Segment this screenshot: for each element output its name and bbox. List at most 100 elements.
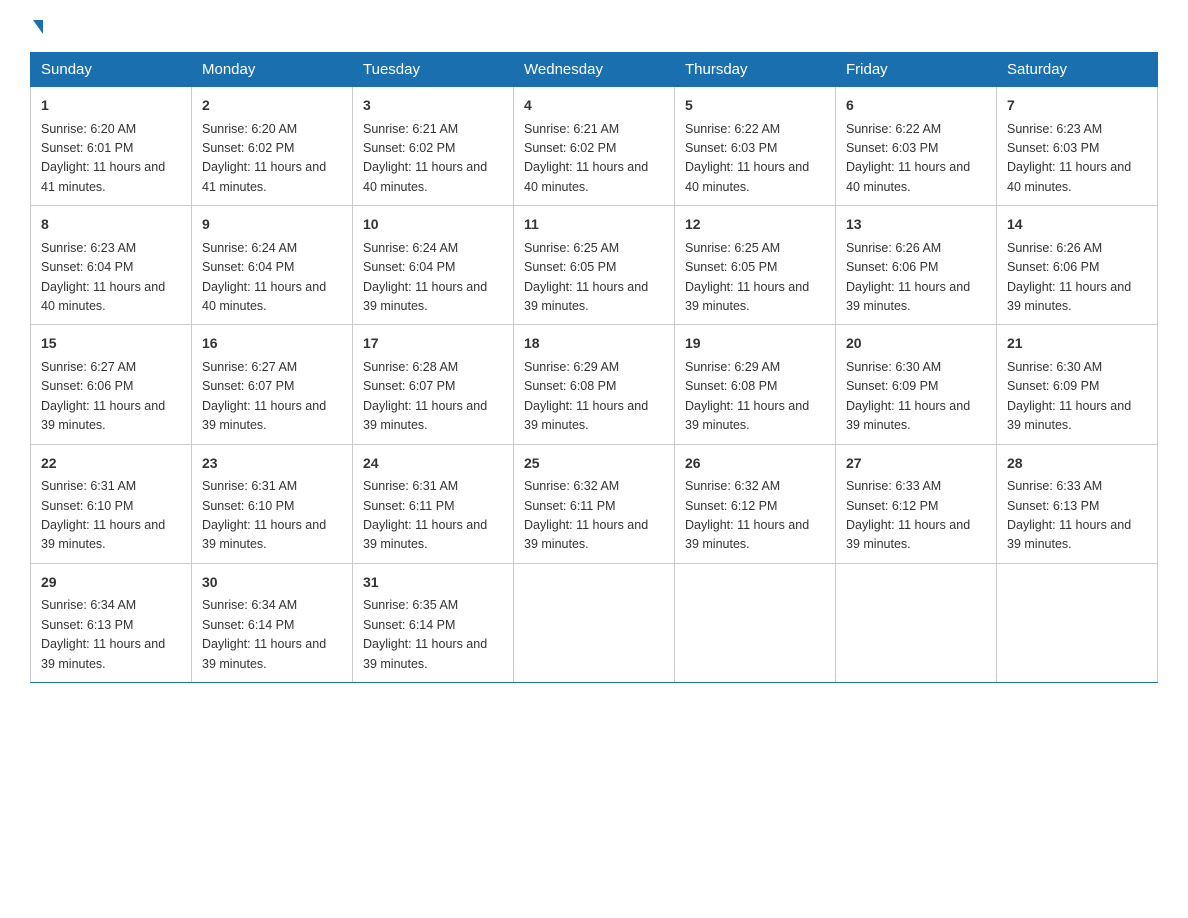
week-row-3: 15 Sunrise: 6:27 AMSunset: 6:06 PMDaylig… <box>31 325 1158 444</box>
day-info: Sunrise: 6:34 AMSunset: 6:13 PMDaylight:… <box>41 598 165 670</box>
calendar-cell: 3 Sunrise: 6:21 AMSunset: 6:02 PMDayligh… <box>353 87 514 206</box>
weekday-header-sunday: Sunday <box>31 53 192 87</box>
day-number: 28 <box>1007 453 1147 475</box>
day-number: 31 <box>363 572 503 594</box>
weekday-header-friday: Friday <box>836 53 997 87</box>
calendar-cell: 9 Sunrise: 6:24 AMSunset: 6:04 PMDayligh… <box>192 206 353 325</box>
calendar-cell <box>675 563 836 682</box>
weekday-header-saturday: Saturday <box>997 53 1158 87</box>
week-row-5: 29 Sunrise: 6:34 AMSunset: 6:13 PMDaylig… <box>31 563 1158 682</box>
calendar-cell: 17 Sunrise: 6:28 AMSunset: 6:07 PMDaylig… <box>353 325 514 444</box>
calendar-cell: 24 Sunrise: 6:31 AMSunset: 6:11 PMDaylig… <box>353 444 514 563</box>
calendar-cell: 22 Sunrise: 6:31 AMSunset: 6:10 PMDaylig… <box>31 444 192 563</box>
calendar-cell: 28 Sunrise: 6:33 AMSunset: 6:13 PMDaylig… <box>997 444 1158 563</box>
day-info: Sunrise: 6:21 AMSunset: 6:02 PMDaylight:… <box>524 122 648 194</box>
page-header <box>30 20 1158 34</box>
day-info: Sunrise: 6:20 AMSunset: 6:01 PMDaylight:… <box>41 122 165 194</box>
day-number: 26 <box>685 453 825 475</box>
calendar-cell: 7 Sunrise: 6:23 AMSunset: 6:03 PMDayligh… <box>997 87 1158 206</box>
calendar-cell: 30 Sunrise: 6:34 AMSunset: 6:14 PMDaylig… <box>192 563 353 682</box>
day-info: Sunrise: 6:27 AMSunset: 6:06 PMDaylight:… <box>41 360 165 432</box>
day-number: 4 <box>524 95 664 117</box>
day-number: 21 <box>1007 333 1147 355</box>
day-info: Sunrise: 6:21 AMSunset: 6:02 PMDaylight:… <box>363 122 487 194</box>
day-number: 7 <box>1007 95 1147 117</box>
calendar-cell: 8 Sunrise: 6:23 AMSunset: 6:04 PMDayligh… <box>31 206 192 325</box>
day-info: Sunrise: 6:25 AMSunset: 6:05 PMDaylight:… <box>685 241 809 313</box>
day-number: 9 <box>202 214 342 236</box>
day-info: Sunrise: 6:26 AMSunset: 6:06 PMDaylight:… <box>846 241 970 313</box>
calendar-cell: 4 Sunrise: 6:21 AMSunset: 6:02 PMDayligh… <box>514 87 675 206</box>
day-info: Sunrise: 6:30 AMSunset: 6:09 PMDaylight:… <box>1007 360 1131 432</box>
day-info: Sunrise: 6:34 AMSunset: 6:14 PMDaylight:… <box>202 598 326 670</box>
day-info: Sunrise: 6:31 AMSunset: 6:10 PMDaylight:… <box>202 479 326 551</box>
day-number: 12 <box>685 214 825 236</box>
weekday-header-wednesday: Wednesday <box>514 53 675 87</box>
calendar-cell: 6 Sunrise: 6:22 AMSunset: 6:03 PMDayligh… <box>836 87 997 206</box>
day-info: Sunrise: 6:35 AMSunset: 6:14 PMDaylight:… <box>363 598 487 670</box>
calendar-cell: 25 Sunrise: 6:32 AMSunset: 6:11 PMDaylig… <box>514 444 675 563</box>
day-number: 8 <box>41 214 181 236</box>
week-row-1: 1 Sunrise: 6:20 AMSunset: 6:01 PMDayligh… <box>31 87 1158 206</box>
day-number: 20 <box>846 333 986 355</box>
day-number: 22 <box>41 453 181 475</box>
calendar-cell: 12 Sunrise: 6:25 AMSunset: 6:05 PMDaylig… <box>675 206 836 325</box>
day-number: 25 <box>524 453 664 475</box>
day-info: Sunrise: 6:24 AMSunset: 6:04 PMDaylight:… <box>363 241 487 313</box>
calendar-cell: 13 Sunrise: 6:26 AMSunset: 6:06 PMDaylig… <box>836 206 997 325</box>
calendar-cell: 26 Sunrise: 6:32 AMSunset: 6:12 PMDaylig… <box>675 444 836 563</box>
day-info: Sunrise: 6:30 AMSunset: 6:09 PMDaylight:… <box>846 360 970 432</box>
weekday-header-row: SundayMondayTuesdayWednesdayThursdayFrid… <box>31 53 1158 87</box>
calendar-cell: 14 Sunrise: 6:26 AMSunset: 6:06 PMDaylig… <box>997 206 1158 325</box>
weekday-header-monday: Monday <box>192 53 353 87</box>
week-row-2: 8 Sunrise: 6:23 AMSunset: 6:04 PMDayligh… <box>31 206 1158 325</box>
calendar-cell <box>836 563 997 682</box>
day-info: Sunrise: 6:32 AMSunset: 6:12 PMDaylight:… <box>685 479 809 551</box>
calendar-cell: 1 Sunrise: 6:20 AMSunset: 6:01 PMDayligh… <box>31 87 192 206</box>
day-info: Sunrise: 6:32 AMSunset: 6:11 PMDaylight:… <box>524 479 648 551</box>
calendar-cell: 20 Sunrise: 6:30 AMSunset: 6:09 PMDaylig… <box>836 325 997 444</box>
calendar-cell: 27 Sunrise: 6:33 AMSunset: 6:12 PMDaylig… <box>836 444 997 563</box>
day-number: 14 <box>1007 214 1147 236</box>
day-info: Sunrise: 6:27 AMSunset: 6:07 PMDaylight:… <box>202 360 326 432</box>
calendar-cell <box>997 563 1158 682</box>
calendar-cell: 31 Sunrise: 6:35 AMSunset: 6:14 PMDaylig… <box>353 563 514 682</box>
calendar-table: SundayMondayTuesdayWednesdayThursdayFrid… <box>30 52 1158 683</box>
day-info: Sunrise: 6:33 AMSunset: 6:13 PMDaylight:… <box>1007 479 1131 551</box>
day-number: 30 <box>202 572 342 594</box>
day-number: 5 <box>685 95 825 117</box>
calendar-cell: 16 Sunrise: 6:27 AMSunset: 6:07 PMDaylig… <box>192 325 353 444</box>
day-number: 3 <box>363 95 503 117</box>
day-info: Sunrise: 6:24 AMSunset: 6:04 PMDaylight:… <box>202 241 326 313</box>
day-info: Sunrise: 6:22 AMSunset: 6:03 PMDaylight:… <box>685 122 809 194</box>
day-number: 19 <box>685 333 825 355</box>
calendar-cell: 29 Sunrise: 6:34 AMSunset: 6:13 PMDaylig… <box>31 563 192 682</box>
day-info: Sunrise: 6:23 AMSunset: 6:03 PMDaylight:… <box>1007 122 1131 194</box>
calendar-cell: 21 Sunrise: 6:30 AMSunset: 6:09 PMDaylig… <box>997 325 1158 444</box>
day-number: 23 <box>202 453 342 475</box>
weekday-header-thursday: Thursday <box>675 53 836 87</box>
day-number: 27 <box>846 453 986 475</box>
day-info: Sunrise: 6:33 AMSunset: 6:12 PMDaylight:… <box>846 479 970 551</box>
day-number: 17 <box>363 333 503 355</box>
day-info: Sunrise: 6:28 AMSunset: 6:07 PMDaylight:… <box>363 360 487 432</box>
day-number: 16 <box>202 333 342 355</box>
day-number: 24 <box>363 453 503 475</box>
calendar-cell: 2 Sunrise: 6:20 AMSunset: 6:02 PMDayligh… <box>192 87 353 206</box>
calendar-cell: 11 Sunrise: 6:25 AMSunset: 6:05 PMDaylig… <box>514 206 675 325</box>
calendar-cell <box>514 563 675 682</box>
calendar-cell: 18 Sunrise: 6:29 AMSunset: 6:08 PMDaylig… <box>514 325 675 444</box>
day-number: 18 <box>524 333 664 355</box>
day-info: Sunrise: 6:20 AMSunset: 6:02 PMDaylight:… <box>202 122 326 194</box>
logo-triangle-icon <box>33 20 43 34</box>
day-number: 2 <box>202 95 342 117</box>
calendar-cell: 10 Sunrise: 6:24 AMSunset: 6:04 PMDaylig… <box>353 206 514 325</box>
day-info: Sunrise: 6:31 AMSunset: 6:10 PMDaylight:… <box>41 479 165 551</box>
calendar-cell: 5 Sunrise: 6:22 AMSunset: 6:03 PMDayligh… <box>675 87 836 206</box>
calendar-cell: 15 Sunrise: 6:27 AMSunset: 6:06 PMDaylig… <box>31 325 192 444</box>
day-number: 11 <box>524 214 664 236</box>
day-number: 15 <box>41 333 181 355</box>
week-row-4: 22 Sunrise: 6:31 AMSunset: 6:10 PMDaylig… <box>31 444 1158 563</box>
day-info: Sunrise: 6:29 AMSunset: 6:08 PMDaylight:… <box>524 360 648 432</box>
day-info: Sunrise: 6:25 AMSunset: 6:05 PMDaylight:… <box>524 241 648 313</box>
